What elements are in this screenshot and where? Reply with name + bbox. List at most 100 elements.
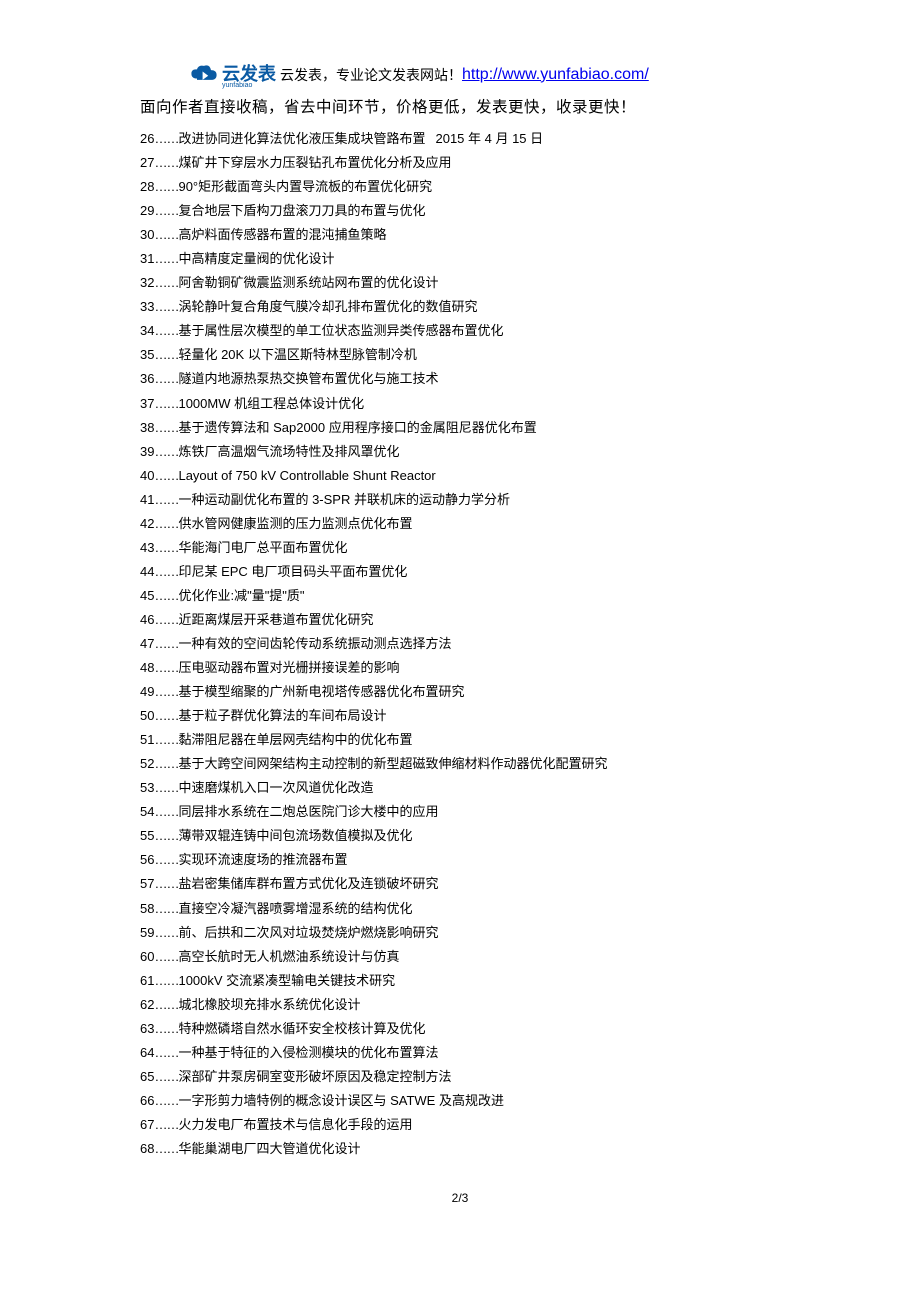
item-separator: …… (154, 636, 178, 651)
item-number: 53 (140, 780, 154, 795)
document-page: 云发表 yunfabiao 云发表，专业论文发表网站！ http://www.y… (0, 0, 920, 1245)
item-number: 29 (140, 203, 154, 218)
item-title: 基于模型缩聚的广州新电视塔传感器优化布置研究 (178, 684, 464, 699)
list-item: 40……Layout of 750 kV Controllable Shunt … (140, 464, 780, 488)
item-separator: …… (154, 997, 178, 1012)
header-link[interactable]: http://www.yunfabiao.com/ (462, 66, 649, 84)
item-separator: …… (154, 876, 178, 891)
item-number: 67 (140, 1117, 154, 1132)
item-separator: …… (154, 756, 178, 771)
item-number: 37 (140, 396, 154, 411)
header-text: 云发表，专业论文发表网站！ (280, 65, 462, 85)
list-item: 31……中高精度定量阀的优化设计 (140, 247, 780, 271)
cloud-logo-icon (190, 64, 218, 86)
list-item: 51……黏滞阻尼器在单层网壳结构中的优化布置 (140, 728, 780, 752)
item-separator: …… (154, 155, 178, 170)
list-item: 28……90°矩形截面弯头内置导流板的布置优化研究 (140, 175, 780, 199)
list-item: 62……城北橡胶坝充排水系统优化设计 (140, 993, 780, 1017)
list-item: 58……直接空冷凝汽器喷雾增湿系统的结构优化 (140, 897, 780, 921)
item-separator: …… (154, 275, 178, 290)
item-separator: …… (154, 203, 178, 218)
item-title: 同层排水系统在二炮总医院门诊大楼中的应用 (178, 804, 438, 819)
item-title: 隧道内地源热泵热交换管布置优化与施工技术 (178, 371, 438, 386)
list-item: 35……轻量化 20K 以下温区斯特林型脉管制冷机 (140, 343, 780, 367)
item-separator: …… (154, 852, 178, 867)
logo-line: 云发表 yunfabiao 云发表，专业论文发表网站！ http://www.y… (190, 60, 780, 89)
item-number: 30 (140, 227, 154, 242)
item-separator: …… (154, 540, 178, 555)
item-number: 43 (140, 540, 154, 555)
item-separator: …… (154, 1069, 178, 1084)
item-title: 薄带双辊连铸中间包流场数值模拟及优化 (178, 828, 412, 843)
item-title: 深部矿井泵房硐室变形破坏原因及稳定控制方法 (178, 1069, 451, 1084)
list-item: 67……火力发电厂布置技术与信息化手段的运用 (140, 1113, 780, 1137)
item-number: 49 (140, 684, 154, 699)
item-separator: …… (154, 804, 178, 819)
list-item: 41……一种运动副优化布置的 3-SPR 并联机床的运动静力学分析 (140, 488, 780, 512)
item-title: 前、后拱和二次风对垃圾焚烧炉燃烧影响研究 (178, 925, 438, 940)
item-title: 优化作业:减"量"提"质" (178, 588, 304, 603)
item-number: 34 (140, 323, 154, 338)
list-item: 42……供水管网健康监测的压力监测点优化布置 (140, 512, 780, 536)
item-title: 一种基于特征的入侵检测模块的优化布置算法 (178, 1045, 438, 1060)
item-title: 一种有效的空间齿轮传动系统振动测点选择方法 (178, 636, 451, 651)
item-separator: …… (154, 371, 178, 386)
item-separator: …… (154, 1141, 178, 1156)
item-separator: …… (154, 901, 178, 916)
item-title: 黏滞阻尼器在单层网壳结构中的优化布置 (178, 732, 412, 747)
item-title: 90°矩形截面弯头内置导流板的布置优化研究 (178, 179, 432, 194)
list-item: 29……复合地层下盾构刀盘滚刀刀具的布置与优化 (140, 199, 780, 223)
item-separator: …… (154, 492, 178, 507)
item-number: 60 (140, 949, 154, 964)
item-separator: …… (154, 973, 178, 988)
item-title: 1000MW 机组工程总体设计优化 (178, 396, 364, 411)
item-number: 65 (140, 1069, 154, 1084)
item-separator: …… (154, 1021, 178, 1036)
item-title: 华能巢湖电厂四大管道优化设计 (178, 1141, 360, 1156)
item-separator: …… (154, 612, 178, 627)
item-separator: …… (154, 396, 178, 411)
item-number: 40 (140, 468, 154, 483)
list-item: 30……高炉料面传感器布置的混沌捕鱼策略 (140, 223, 780, 247)
list-item: 64……一种基于特征的入侵检测模块的优化布置算法 (140, 1041, 780, 1065)
list-item: 46……近距离煤层开采巷道布置优化研究 (140, 608, 780, 632)
item-separator: …… (154, 444, 178, 459)
list-item: 37……1000MW 机组工程总体设计优化 (140, 392, 780, 416)
item-number: 57 (140, 876, 154, 891)
list-item: 34……基于属性层次模型的单工位状态监测异类传感器布置优化 (140, 319, 780, 343)
list-item: 32……阿舍勒铜矿微震监测系统站网布置的优化设计 (140, 271, 780, 295)
item-number: 41 (140, 492, 154, 507)
item-title: 中高精度定量阀的优化设计 (178, 251, 334, 266)
item-title: 基于粒子群优化算法的车间布局设计 (178, 708, 386, 723)
item-title: 压电驱动器布置对光栅拼接误差的影响 (178, 660, 399, 675)
list-item: 27……煤矿井下穿层水力压裂钻孔布置优化分析及应用 (140, 151, 780, 175)
item-title: 一字形剪力墙特例的概念设计误区与 SATWE 及高规改进 (178, 1093, 503, 1108)
list-item: 26……改进协同进化算法优化液压集成块管路布置2015 年 4 月 15 日 (140, 127, 780, 151)
item-separator: …… (154, 227, 178, 242)
item-title: 城北橡胶坝充排水系统优化设计 (178, 997, 360, 1012)
item-title: 火力发电厂布置技术与信息化手段的运用 (178, 1117, 412, 1132)
item-separator: …… (154, 1093, 178, 1108)
item-number: 47 (140, 636, 154, 651)
item-title: 盐岩密集储库群布置方式优化及连锁破坏研究 (178, 876, 438, 891)
item-separator: …… (154, 516, 178, 531)
item-number: 61 (140, 973, 154, 988)
list-item: 39……炼铁厂高温烟气流场特性及排风罩优化 (140, 440, 780, 464)
item-title: 复合地层下盾构刀盘滚刀刀具的布置与优化 (178, 203, 425, 218)
item-separator: …… (154, 660, 178, 675)
list-item: 63……特种燃磷塔自然水循环安全校核计算及优化 (140, 1017, 780, 1041)
item-title: 基于遗传算法和 Sap2000 应用程序接口的金属阻尼器优化布置 (178, 420, 536, 435)
list-item: 66……一字形剪力墙特例的概念设计误区与 SATWE 及高规改进 (140, 1089, 780, 1113)
item-number: 63 (140, 1021, 154, 1036)
item-title: 高空长航时无人机燃油系统设计与仿真 (178, 949, 399, 964)
item-number: 27 (140, 155, 154, 170)
item-title: 中速磨煤机入口一次风道优化改造 (178, 780, 373, 795)
item-number: 59 (140, 925, 154, 940)
logo-name: 云发表 (222, 64, 276, 84)
item-number: 48 (140, 660, 154, 675)
item-title: 实现环流速度场的推流器布置 (178, 852, 347, 867)
item-title: 1000kV 交流紧凑型输电关键技术研究 (178, 973, 395, 988)
item-number: 50 (140, 708, 154, 723)
list-item: 38……基于遗传算法和 Sap2000 应用程序接口的金属阻尼器优化布置 (140, 416, 780, 440)
logo-text-block: 云发表 yunfabiao (222, 60, 276, 89)
